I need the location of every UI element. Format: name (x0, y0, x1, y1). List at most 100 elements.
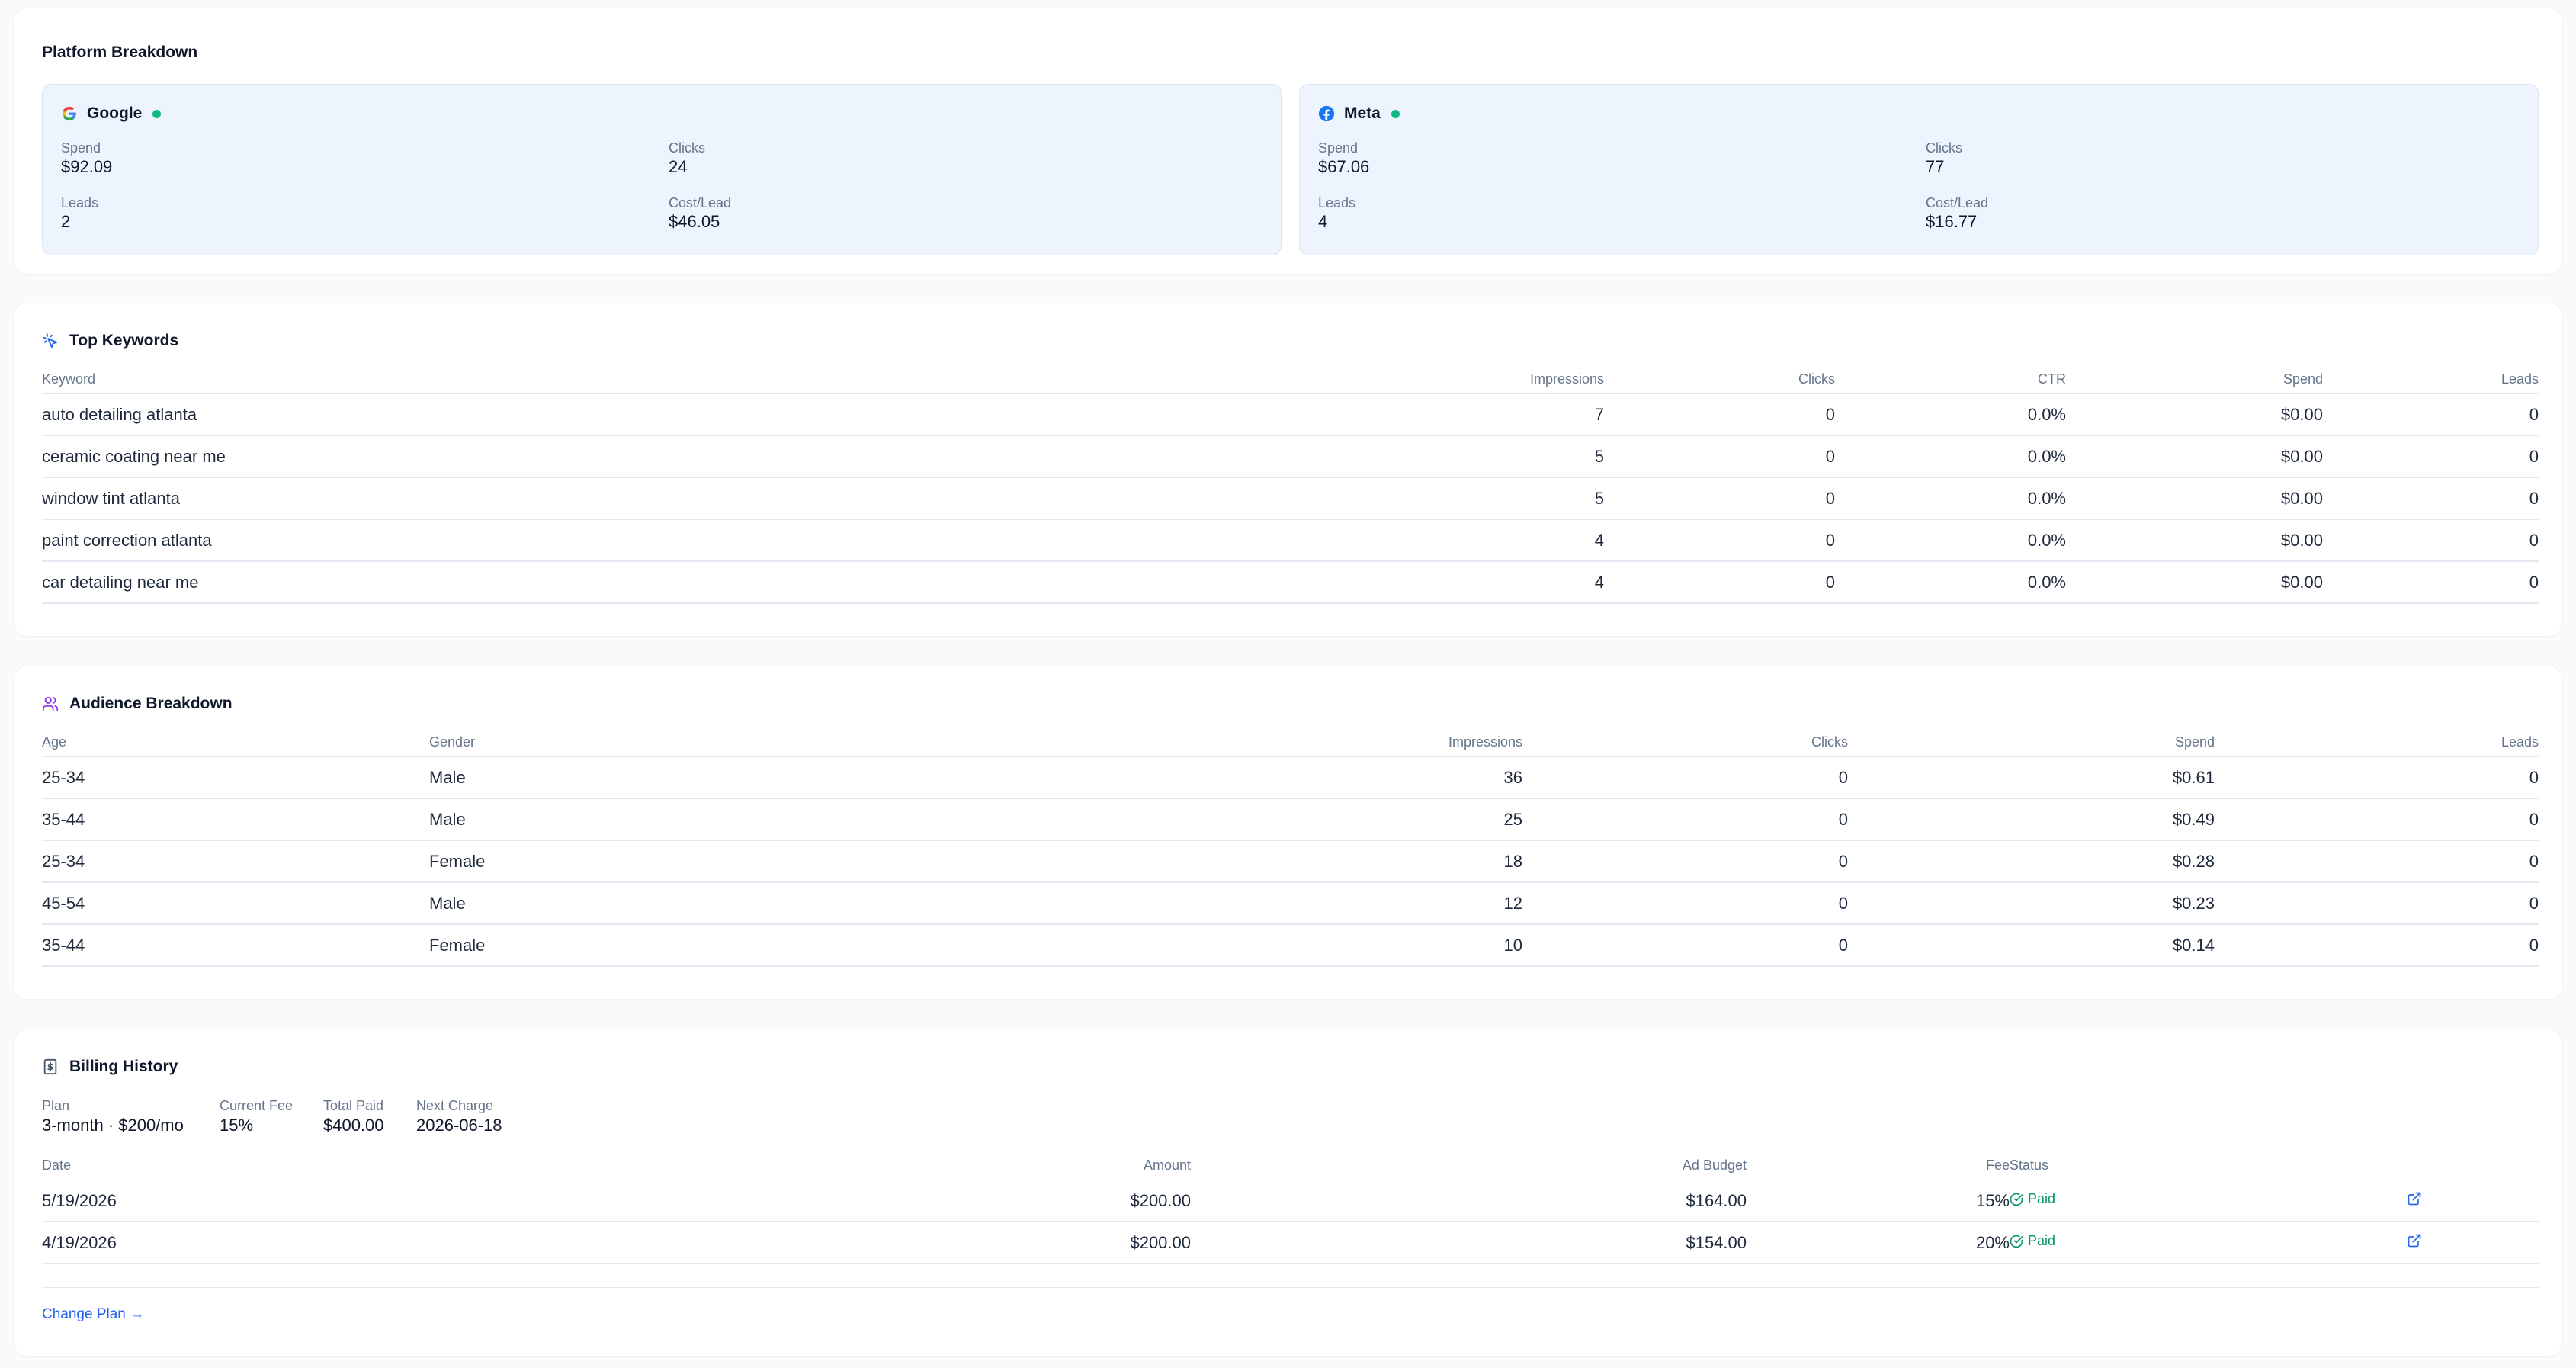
table-row: paint correction atlanta 4 0 0.0% $0.00 … (42, 520, 2539, 562)
cell-date: 4/19/2026 (42, 1232, 117, 1252)
cell-leads: 0 (2529, 851, 2539, 871)
summary-label: Plan (42, 1098, 70, 1113)
table-row: ceramic coating near me 5 0 0.0% $0.00 0 (42, 436, 2539, 478)
cell-clicks: 0 (1825, 530, 1835, 550)
summary-plan: Plan 3-month · $200/mo (42, 1097, 184, 1137)
cell-status: Paid (2010, 1191, 2407, 1211)
summary-current-fee: Current Fee 15% (220, 1097, 293, 1137)
cell-fee: 20% (1975, 1232, 2010, 1252)
audience-breakdown-card: Audience Breakdown Age Gender Impression… (13, 666, 2563, 1000)
audience-breakdown-header: Audience Breakdown (42, 695, 233, 713)
cell-leads: 0 (2529, 530, 2539, 550)
cell-keyword: car detailing near me (42, 572, 199, 592)
platform-card-header: Google (61, 104, 162, 123)
external-link-icon[interactable] (2407, 1191, 2422, 1206)
metric-value: 4 (1318, 212, 1328, 231)
col-status: Status (2010, 1158, 2049, 1173)
summary-value: 15% (220, 1116, 254, 1135)
table-row: 5/19/2026 $200.00 $164.00 15% Paid (42, 1180, 2539, 1222)
change-plan-link[interactable]: Change Plan → (42, 1306, 144, 1323)
cell-clicks: 0 (1838, 767, 1848, 787)
metric-value: $46.05 (669, 212, 720, 231)
cell-impressions: 4 (1594, 530, 1604, 550)
cell-spend: $0.61 (2172, 767, 2215, 787)
col-spend: Spend (2282, 371, 2323, 387)
cell-impressions: 7 (1594, 404, 1604, 424)
cell-clicks: 0 (1838, 893, 1848, 913)
billing-history-title: Billing History (69, 1058, 178, 1075)
metric-label: Spend (1318, 140, 1359, 156)
summary-label: Total Paid (323, 1098, 384, 1113)
cell-impressions: 5 (1594, 488, 1604, 508)
platform-card-header: Meta (1318, 104, 1400, 123)
cell-impressions: 36 (1503, 767, 1522, 787)
col-impressions: Impressions (1448, 734, 1522, 750)
col-fee: Fee (1985, 1158, 2010, 1173)
table-row: car detailing near me 4 0 0.0% $0.00 0 (42, 562, 2539, 604)
cell-leads: 0 (2529, 404, 2539, 424)
cell-status: Paid (2010, 1233, 2407, 1253)
platform-card-google: Google Spend $92.09 Clicks 24 Leads 2 Co… (42, 84, 1282, 255)
col-date: Date (42, 1158, 72, 1173)
cell-gender: Male (429, 893, 466, 913)
cell-amount: $200.00 (1130, 1190, 1191, 1210)
platform-breakdown-card: Platform Breakdown Google Spend $92.09 C… (13, 8, 2563, 275)
metric-leads: Leads 4 (1318, 194, 1355, 233)
cell-ctr: 0.0% (2027, 404, 2066, 424)
metric-value: 24 (669, 157, 688, 176)
col-impressions: Impressions (1529, 371, 1604, 387)
facebook-logo-icon (1318, 105, 1335, 122)
col-ad-budget: Ad Budget (1682, 1158, 1747, 1173)
cell-date: 5/19/2026 (42, 1190, 117, 1210)
cell-impressions: 4 (1594, 572, 1604, 592)
external-link-icon[interactable] (2407, 1233, 2422, 1248)
metric-value: $67.06 (1318, 157, 1370, 176)
cell-gender: Female (429, 851, 486, 871)
cell-leads: 0 (2529, 572, 2539, 592)
cell-keyword: auto detailing atlanta (42, 404, 197, 424)
platform-card-meta: Meta Spend $67.06 Clicks 77 Leads 4 Cost… (1299, 84, 2539, 255)
status-text: Paid (2028, 1233, 2056, 1248)
col-leads: Leads (2501, 371, 2539, 387)
summary-next-charge: Next Charge 2026-06-18 (416, 1097, 502, 1137)
metric-value: $92.09 (61, 157, 113, 176)
cell-impressions: 25 (1503, 809, 1522, 829)
table-row: 35-44 Female 10 0 $0.14 0 (42, 925, 2539, 967)
cell-spend: $0.23 (2172, 893, 2215, 913)
summary-value: 2026-06-18 (416, 1116, 502, 1135)
status-text: Paid (2028, 1191, 2056, 1206)
cell-spend: $0.00 (2280, 488, 2323, 508)
cell-fee: 15% (1975, 1190, 2010, 1210)
platform-name: Meta (1344, 104, 1381, 122)
summary-value: $400.00 (323, 1116, 384, 1135)
cell-keyword: paint correction atlanta (42, 530, 212, 550)
summary-label: Current Fee (220, 1098, 294, 1113)
metric-value: 77 (1926, 157, 1945, 176)
metric-cost-per-lead: Cost/Lead $16.77 (1926, 194, 1988, 233)
cell-spend: $0.14 (2172, 935, 2215, 955)
top-keywords-title: Top Keywords (69, 332, 179, 349)
cell-spend: $0.00 (2280, 572, 2323, 592)
cell-leads: 0 (2529, 446, 2539, 466)
users-icon (42, 695, 59, 712)
cell-age: 35-44 (42, 935, 85, 955)
cell-spend: $0.00 (2280, 530, 2323, 550)
col-gender: Gender (429, 734, 476, 750)
cell-ctr: 0.0% (2027, 488, 2066, 508)
cell-age: 35-44 (42, 809, 85, 829)
cell-open-link (2407, 1191, 2430, 1211)
receipt-icon (42, 1058, 59, 1075)
table-row: 4/19/2026 $200.00 $154.00 20% Paid (42, 1222, 2539, 1264)
check-circle-icon (2010, 1193, 2023, 1206)
audience-breakdown-title: Audience Breakdown (69, 695, 233, 712)
cell-impressions: 18 (1503, 851, 1522, 871)
cell-impressions: 5 (1594, 446, 1604, 466)
cell-clicks: 0 (1825, 572, 1835, 592)
metric-spend: Spend $67.06 (1318, 140, 1369, 178)
col-spend: Spend (2174, 734, 2215, 750)
cell-clicks: 0 (1838, 935, 1848, 955)
table-row: 25-34 Male 36 0 $0.61 0 (42, 757, 2539, 799)
metric-clicks: Clicks 24 (669, 140, 705, 178)
cell-leads: 0 (2529, 935, 2539, 955)
summary-total-paid: Total Paid $400.00 (323, 1097, 384, 1137)
